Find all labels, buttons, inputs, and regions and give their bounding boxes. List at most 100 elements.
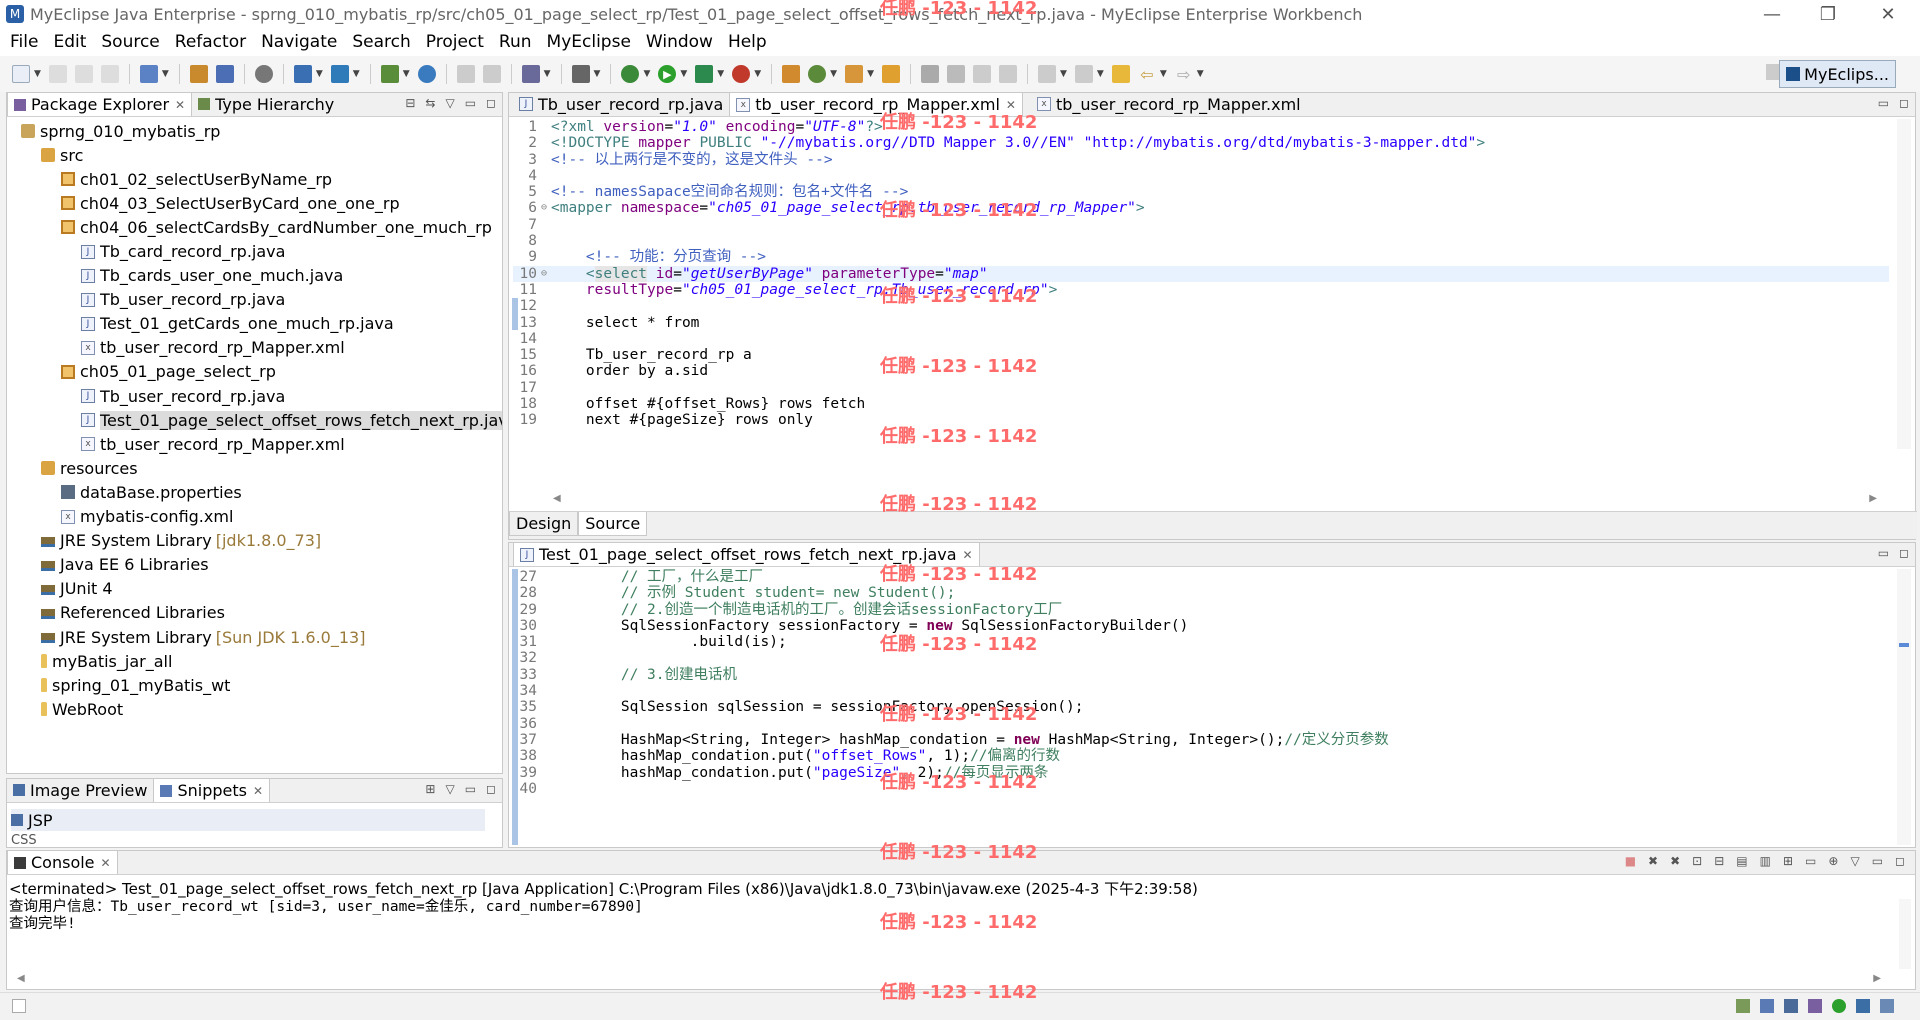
new-class-dropdown-icon[interactable]: ▼ <box>867 69 874 79</box>
close-icon[interactable]: ✕ <box>963 548 973 562</box>
new-icon[interactable] <box>12 65 30 83</box>
tree-item[interactable]: src <box>7 143 502 167</box>
menu-project[interactable]: Project <box>422 32 495 52</box>
minimize-view-icon[interactable]: ▭ <box>465 782 476 796</box>
vertical-scrollbar[interactable] <box>1897 119 1911 449</box>
status-icon-6[interactable] <box>1856 999 1870 1013</box>
terminate-icon[interactable]: ■ <box>1625 854 1636 868</box>
tree-item[interactable]: x tb_user_record_rp_Mapper.xml <box>7 432 502 456</box>
tab-source[interactable]: Source <box>578 512 648 536</box>
customize-icon[interactable]: ⊞ <box>425 782 435 796</box>
annotation-icon[interactable] <box>920 65 939 83</box>
tab-tb-user-record-java[interactable]: J Tb_user_record_rp.java <box>513 92 729 116</box>
fast-view-icon[interactable] <box>12 999 26 1013</box>
minimize-view-icon[interactable]: ▭ <box>1878 546 1889 560</box>
pin-console-icon[interactable]: ⊞ <box>1783 854 1793 868</box>
new-project-dropdown-icon[interactable]: ▼ <box>162 69 169 79</box>
menu-run[interactable]: Run <box>495 32 543 52</box>
minimize-view-icon[interactable]: ▭ <box>1872 854 1883 868</box>
save-all-icon[interactable] <box>74 65 93 83</box>
new-class-icon[interactable] <box>845 65 864 83</box>
show-stdout-icon[interactable]: ▤ <box>1736 854 1747 868</box>
tree-item[interactable]: J Tb_cards_user_one_much.java <box>7 264 502 288</box>
forward-arrow-icon[interactable]: ⇨ <box>1175 65 1193 84</box>
remove-launch-icon[interactable]: ✖ <box>1648 854 1658 868</box>
maximize-view-icon[interactable]: ◻ <box>1899 96 1909 110</box>
tab-type-hierarchy[interactable]: Type Hierarchy <box>192 92 340 116</box>
status-icon-3[interactable] <box>1784 999 1798 1013</box>
view-menu-icon[interactable]: ▽ <box>1850 854 1859 868</box>
minimize-button[interactable]: — <box>1744 0 1800 28</box>
back-arrow-icon[interactable]: ⇦ <box>1138 65 1156 84</box>
server-icon[interactable] <box>254 65 273 83</box>
back-history-icon[interactable] <box>456 65 475 83</box>
menu-help[interactable]: Help <box>724 32 778 52</box>
last-edit-icon[interactable] <box>1111 65 1130 83</box>
deploy-icon[interactable] <box>293 65 312 83</box>
close-button[interactable]: ✕ <box>1860 0 1916 28</box>
tree-item[interactable]: myBatis_jar_all <box>7 649 502 673</box>
tree-item[interactable]: x mybatis-config.xml <box>7 505 502 529</box>
tree-item[interactable]: sprng_010_mybatis_rp <box>7 119 502 143</box>
minimize-view-icon[interactable]: ▭ <box>465 96 476 110</box>
run-last-dropdown-icon[interactable]: ▼ <box>717 69 724 79</box>
tree-item[interactable]: Java EE 6 Libraries <box>7 553 502 577</box>
block-icon[interactable] <box>998 65 1017 83</box>
maximize-view-icon[interactable]: ◻ <box>1895 854 1905 868</box>
maximize-view-icon[interactable]: ◻ <box>486 96 496 110</box>
tree-item[interactable]: J Tb_user_record_rp.java <box>7 384 502 408</box>
view-menu-icon[interactable]: ▽ <box>445 96 454 110</box>
open-type-icon[interactable] <box>189 65 208 83</box>
open-console-icon[interactable]: ⊕ <box>1828 854 1838 868</box>
status-icon-1[interactable] <box>1736 999 1750 1013</box>
snippet-drawer-jsp[interactable]: JSP <box>11 809 485 831</box>
status-icon-4[interactable] <box>1808 999 1822 1013</box>
vertical-scrollbar[interactable] <box>1899 899 1911 969</box>
open-folder-icon[interactable] <box>881 65 900 83</box>
back-dropdown-icon[interactable]: ▼ <box>1160 69 1167 79</box>
debug-dropdown-icon[interactable]: ▼ <box>643 69 650 79</box>
tree-item[interactable]: JRE System Library [Sun JDK 1.6.0_13] <box>7 625 502 649</box>
close-icon[interactable]: ✕ <box>253 784 263 798</box>
tree-item[interactable]: ch01_02_selectUserByName_rp <box>7 167 502 191</box>
tree-item[interactable]: J Test_01_page_select_offset_rows_fetch_n… <box>7 408 502 432</box>
tab-console[interactable]: Console ✕ <box>7 850 118 874</box>
console-output[interactable]: 查询用户信息：Tb_user_record_wt [sid=3, user_na… <box>9 899 643 933</box>
globe-icon[interactable] <box>417 65 436 83</box>
tree-item[interactable]: JUnit 4 <box>7 577 502 601</box>
open-resource-icon[interactable] <box>215 65 234 83</box>
scroll-lock-icon[interactable]: ⊟ <box>1714 854 1724 868</box>
tree-item[interactable]: resources <box>7 456 502 480</box>
maximize-view-icon[interactable]: ◻ <box>1899 546 1909 560</box>
scroll-right-icon[interactable]: ▶ <box>1869 493 1877 504</box>
tree-item[interactable]: ch04_06_selectCardsBy_cardNumber_one_muc… <box>7 215 502 239</box>
tab-snippets[interactable]: Snippets ✕ <box>153 778 271 802</box>
run-last-icon[interactable] <box>695 65 714 83</box>
close-icon[interactable]: ✕ <box>101 856 111 870</box>
external-tools-dropdown-icon[interactable]: ▼ <box>754 69 761 79</box>
tab-design[interactable]: Design <box>509 512 579 536</box>
remove-all-icon[interactable]: ✖ <box>1670 854 1680 868</box>
menu-file[interactable]: File <box>6 32 49 52</box>
forward-history-icon[interactable] <box>482 65 501 83</box>
prev-annotation-icon[interactable] <box>1074 65 1093 83</box>
menu-refactor[interactable]: Refactor <box>171 32 257 52</box>
maximize-view-icon[interactable]: ◻ <box>486 782 496 796</box>
web-icon[interactable] <box>521 65 540 83</box>
horizontal-scrollbar[interactable]: ◀ ▶ <box>9 971 1889 985</box>
new-project-icon[interactable] <box>139 65 158 83</box>
menu-edit[interactable]: Edit <box>49 32 97 52</box>
print-icon[interactable] <box>100 65 119 83</box>
image-icon[interactable] <box>571 65 590 83</box>
java-source-code[interactable]: 27 // 工厂，什么是工厂 28 // 示例 Student student= … <box>513 569 1889 845</box>
menu-source[interactable]: Source <box>97 32 170 52</box>
tree-item[interactable]: J Tb_card_record_rp.java <box>7 239 502 263</box>
forward-dropdown-icon[interactable]: ▼ <box>1197 69 1204 79</box>
run-dropdown-icon[interactable]: ▼ <box>680 69 687 79</box>
tree-item[interactable]: Referenced Libraries <box>7 601 502 625</box>
restore-button[interactable]: ❐ <box>1800 0 1856 28</box>
next-annotation-dropdown-icon[interactable]: ▼ <box>1060 69 1067 79</box>
tree-item[interactable]: spring_01_myBatis_wt <box>7 673 502 697</box>
show-stderr-icon[interactable]: ▥ <box>1760 854 1771 868</box>
tree-item[interactable]: J Test_01_getCards_one_much_rp.java <box>7 312 502 336</box>
